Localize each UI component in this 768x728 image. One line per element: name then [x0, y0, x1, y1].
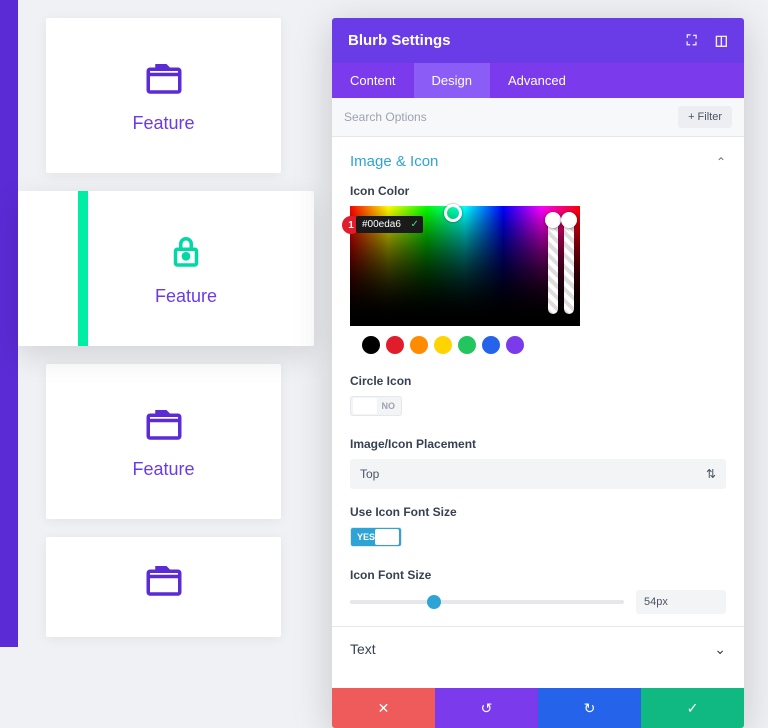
panel-title: Blurb Settings	[348, 32, 451, 49]
hue-slider[interactable]	[564, 214, 574, 314]
color-picker[interactable]: 1 #00eda6✓	[350, 206, 580, 326]
feature-card[interactable]: Feature	[46, 18, 281, 173]
toggle-handle	[353, 398, 377, 414]
expand-icon[interactable]: ⛶	[687, 32, 697, 48]
font-size-label: Icon Font Size	[350, 568, 726, 582]
updown-icon: ⇅	[706, 467, 716, 481]
header-icons: ⛶ ◫	[673, 32, 728, 49]
circle-icon-toggle[interactable]: NO	[350, 396, 402, 416]
feature-card[interactable]: Feature	[46, 364, 281, 519]
placement-label: Image/Icon Placement	[350, 437, 726, 451]
font-size-slider[interactable]	[350, 600, 624, 604]
circle-icon-label: Circle Icon	[350, 374, 726, 388]
save-button[interactable]: ✓	[641, 688, 744, 728]
color-swatches	[350, 336, 726, 354]
color-cursor[interactable]	[444, 204, 462, 222]
toggle-handle	[375, 529, 399, 545]
cancel-button[interactable]: ✕	[332, 688, 435, 728]
folder-icon	[143, 57, 185, 99]
filter-button[interactable]: + Filter	[678, 106, 732, 128]
chevron-down-icon: ⌄	[714, 641, 726, 658]
settings-panel: Blurb Settings ⛶ ◫ Content Design Advanc…	[332, 18, 744, 728]
hex-input[interactable]: #00eda6✓	[356, 216, 423, 233]
card-label: Feature	[155, 286, 217, 307]
swatch[interactable]	[458, 336, 476, 354]
text-section-header[interactable]: Text ⌄	[332, 626, 744, 672]
folder-icon	[143, 403, 185, 445]
folder-icon	[143, 559, 185, 601]
slider-knob[interactable]	[561, 212, 577, 228]
card-label: Feature	[132, 113, 194, 134]
swatch[interactable]	[410, 336, 428, 354]
search-row: Search Options + Filter	[332, 98, 744, 137]
swatch[interactable]	[362, 336, 380, 354]
layout-icon[interactable]: ◫	[715, 32, 728, 48]
feature-card[interactable]	[46, 537, 281, 637]
section-title: Image & Icon	[350, 153, 438, 170]
swatch[interactable]	[386, 336, 404, 354]
redo-button[interactable]: ↻	[538, 688, 641, 728]
undo-button[interactable]: ↺	[435, 688, 538, 728]
tabs: Content Design Advanced	[332, 63, 744, 98]
search-input[interactable]: Search Options	[344, 110, 678, 124]
check-icon[interactable]: ✓	[411, 219, 419, 230]
swatch[interactable]	[482, 336, 500, 354]
chevron-up-icon: ⌃	[716, 155, 726, 169]
panel-header: Blurb Settings ⛶ ◫	[332, 18, 744, 63]
vertical-sliders	[548, 214, 574, 314]
swatch[interactable]	[506, 336, 524, 354]
font-size-row: 54px	[350, 590, 726, 614]
font-size-value[interactable]: 54px	[636, 590, 726, 614]
tab-content[interactable]: Content	[332, 63, 414, 98]
left-accent-bar	[0, 0, 18, 647]
icon-color-label: Icon Color	[350, 184, 726, 198]
feature-cards: Feature Feature Feature	[18, 0, 328, 655]
section-header[interactable]: Image & Icon ⌃	[350, 153, 726, 170]
opacity-slider[interactable]	[548, 214, 558, 314]
swatch[interactable]	[434, 336, 452, 354]
placement-select[interactable]: Top ⇅	[350, 459, 726, 489]
lock-icon	[165, 230, 207, 272]
card-label: Feature	[132, 459, 194, 480]
panel-footer: ✕ ↺ ↻ ✓	[332, 688, 744, 728]
feature-card-active[interactable]: Feature	[18, 191, 314, 346]
use-font-size-label: Use Icon Font Size	[350, 505, 726, 519]
slider-knob[interactable]	[427, 595, 441, 609]
tab-design[interactable]: Design	[414, 63, 490, 98]
slider-knob[interactable]	[545, 212, 561, 228]
use-font-size-toggle[interactable]: YES	[350, 527, 402, 547]
tab-advanced[interactable]: Advanced	[490, 63, 584, 98]
panel-body: Image & Icon ⌃ Icon Color 1 #00eda6✓ Cir…	[332, 137, 744, 688]
